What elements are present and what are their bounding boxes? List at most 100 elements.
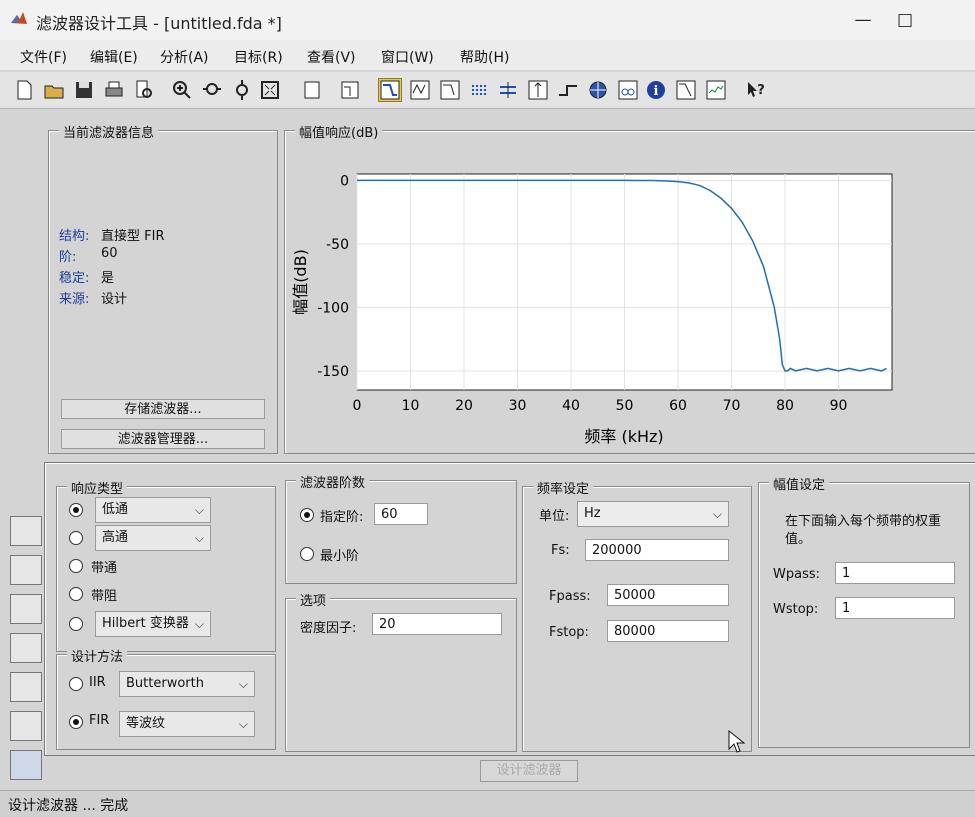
response-type-panel: 响应类型 低通 ⌵ 高通 ⌵ 带通 带阻 Hilbert 变换器 ⌵ (56, 478, 276, 652)
stable-key: 稳定: (59, 271, 90, 286)
magnitude-specs-title: 幅值设定 (769, 474, 830, 493)
multirate-side-icon[interactable] (10, 711, 42, 741)
coefficients-icon[interactable] (616, 78, 640, 102)
order-input[interactable]: 60 (374, 503, 428, 525)
group-delay-icon[interactable] (468, 78, 492, 102)
phase-delay-icon[interactable] (496, 78, 520, 102)
options-title: 选项 (296, 590, 331, 609)
highpass-radio[interactable] (69, 531, 83, 545)
options-panel: 选项 密度因子: 20 (285, 590, 517, 752)
specs-icon[interactable] (338, 78, 362, 102)
menu-file[interactable]: 文件(F) (20, 47, 67, 67)
svg-text:i: i (654, 84, 659, 99)
density-factor-input[interactable]: 20 (372, 613, 502, 635)
zoom-y-icon[interactable] (230, 78, 254, 102)
fpass-input[interactable]: 50000 (607, 584, 729, 606)
fstop-input[interactable]: 80000 (607, 620, 729, 642)
iir-method-combo[interactable]: Butterworth ⌵ (119, 671, 255, 697)
quantization-side-icon[interactable] (10, 672, 42, 702)
menu-analysis[interactable]: 分析(A) (160, 47, 209, 67)
lowpass-radio[interactable] (69, 503, 83, 517)
title-bar: 滤波器设计工具 - [untitled.fda *] — □ (0, 0, 975, 40)
fir-method-combo[interactable]: 等波纹 ⌵ (119, 711, 255, 737)
step-response-icon[interactable] (556, 78, 580, 102)
other-type-combo[interactable]: Hilbert 变换器 ⌵ (95, 611, 211, 637)
order-key: 阶: (59, 250, 77, 265)
units-combo[interactable]: Hz ⌵ (577, 501, 729, 527)
wpass-input[interactable]: 1 (835, 562, 955, 584)
open-folder-icon[interactable] (42, 78, 66, 102)
print-preview-icon[interactable] (132, 78, 156, 102)
y-tick-label: -150 (317, 364, 349, 380)
chevron-down-icon: ⌵ (194, 617, 204, 631)
frequency-specs-panel: 频率设定 单位: Hz ⌵ Fs: 200000 Fpass: 50000 Fst… (522, 478, 752, 752)
fir-radio[interactable] (69, 715, 83, 729)
current-filter-info-panel: 当前滤波器信息 结构: 直接型 FIR 阶: 60 稳定: 是 来源: 设计 存… (48, 122, 278, 454)
maximize-button[interactable]: □ (890, 8, 920, 32)
phase-response-icon[interactable] (408, 78, 432, 102)
save-icon[interactable] (72, 78, 96, 102)
design-method-title: 设计方法 (67, 646, 128, 665)
new-file-icon[interactable] (12, 78, 36, 102)
fpass-label: Fpass: (549, 589, 591, 604)
mag-phase-icon[interactable] (438, 78, 462, 102)
import-filter-side-icon[interactable] (10, 750, 42, 780)
store-filter-button[interactable]: 存储滤波器... (61, 399, 265, 419)
menu-edit[interactable]: 编辑(E) (90, 47, 138, 67)
menu-bar: 文件(F) 编辑(E) 分析(A) 目标(R) 查看(V) 窗口(W) 帮助(H… (0, 40, 975, 70)
iir-label: IIR (89, 675, 106, 690)
whats-this-help-icon[interactable]: ? (744, 78, 768, 102)
wstop-label: Wstop: (773, 602, 819, 617)
order-value: 60 (101, 246, 118, 261)
design-filter-button[interactable]: 设计滤波器 (480, 760, 578, 782)
bandstop-radio[interactable] (69, 587, 83, 601)
status-text: 设计滤波器 ... 完成 (8, 798, 129, 814)
round-off-noise-icon[interactable] (704, 78, 728, 102)
iir-method-value: Butterworth (126, 676, 204, 691)
magnitude-estimate-icon[interactable] (674, 78, 698, 102)
chevron-down-icon: ⌵ (238, 677, 248, 691)
impulse-response-icon[interactable] (526, 78, 550, 102)
full-view-icon[interactable] (258, 78, 282, 102)
print-icon[interactable] (102, 78, 126, 102)
menu-window[interactable]: 窗口(W) (381, 47, 434, 67)
bandpass-radio[interactable] (69, 559, 83, 573)
zoom-in-icon[interactable] (170, 78, 194, 102)
x-tick-label: 0 (353, 398, 362, 414)
chevron-down-icon: ⌵ (238, 717, 248, 731)
filter-manager-button[interactable]: 滤波器管理器... (61, 429, 265, 449)
iir-radio[interactable] (69, 677, 83, 691)
new-figure-icon[interactable] (300, 78, 324, 102)
magnitude-specs-panel: 幅值设定 在下面输入每个频带的权重值。 Wpass: 1 Wstop: 1 (758, 474, 970, 748)
highpass-combo[interactable]: 高通 ⌵ (95, 525, 211, 551)
menu-view[interactable]: 查看(V) (307, 47, 356, 67)
lowpass-combo-value: 低通 (102, 502, 129, 517)
chevron-down-icon: ⌵ (194, 531, 204, 545)
specify-order-radio[interactable] (300, 508, 314, 522)
pole-zero-editor-side-icon[interactable] (10, 594, 42, 624)
lowpass-combo[interactable]: 低通 ⌵ (95, 497, 211, 523)
minimum-order-radio[interactable] (300, 547, 314, 561)
wstop-input[interactable]: 1 (835, 597, 955, 619)
fs-input[interactable]: 200000 (585, 539, 729, 561)
realize-model-side-icon[interactable] (10, 633, 42, 663)
y-tick-label: 0 (340, 173, 349, 189)
magnitude-response-title: 幅值响应(dB) (295, 122, 383, 141)
menu-help[interactable]: 帮助(H) (460, 47, 509, 67)
info-icon[interactable]: i (644, 78, 668, 102)
zoom-x-icon[interactable] (200, 78, 224, 102)
pole-zero-icon[interactable] (586, 78, 610, 102)
menu-targets[interactable]: 目标(R) (234, 47, 283, 67)
minimize-button[interactable]: — (848, 8, 878, 32)
transform-filter-side-icon[interactable] (10, 555, 42, 585)
fstop-label: Fstop: (549, 625, 589, 640)
x-tick-label: 90 (830, 398, 848, 414)
source-value: 设计 (101, 292, 128, 307)
design-filter-side-icon[interactable] (10, 516, 42, 546)
other-type-radio[interactable] (69, 617, 83, 631)
bandstop-label: 带阻 (91, 589, 118, 604)
highpass-combo-value: 高通 (102, 530, 129, 545)
filter-order-panel: 滤波器阶数 指定阶: 60 最小阶 (285, 472, 517, 584)
magnitude-response-icon[interactable] (378, 78, 402, 102)
toolbar: i ? (0, 72, 975, 109)
